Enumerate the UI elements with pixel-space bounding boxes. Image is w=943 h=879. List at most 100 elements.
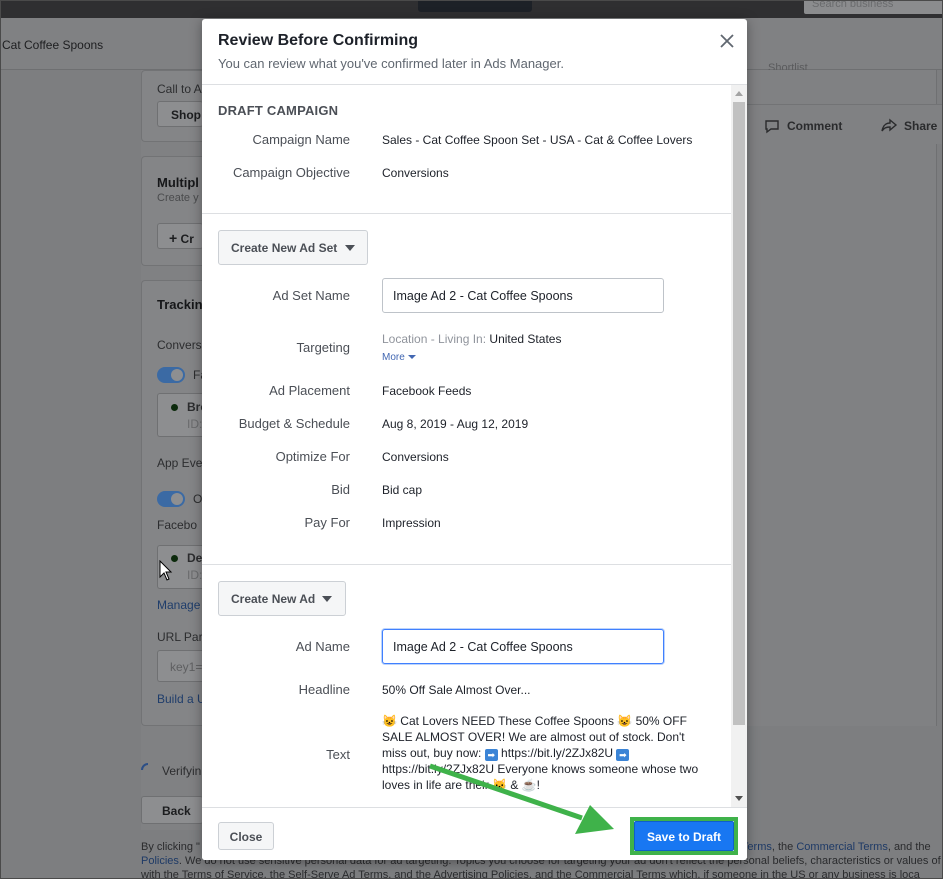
campaign-objective-label: Campaign Objective <box>232 165 350 180</box>
app-events-label: App Eve <box>157 456 203 470</box>
verifying-status: Verifyin <box>162 764 202 778</box>
modal-header: Review Before Confirming You can review … <box>202 19 747 85</box>
draft-campaign-section: DRAFT CAMPAIGN Campaign Name Sales - Cat… <box>202 85 731 214</box>
headline-label: Headline <box>298 682 350 697</box>
ad-text-value: 😺 Cat Lovers NEED These Coffee Spoons 😺 … <box>382 713 712 793</box>
create-language-button[interactable]: + Cr <box>157 223 203 249</box>
targeting-label: Targeting <box>296 340 350 355</box>
scrollbar-thumb[interactable] <box>733 102 745 725</box>
top-navigation-bar: Search business <box>0 0 943 18</box>
chevron-down-icon <box>345 245 355 251</box>
save-to-draft-button[interactable]: Save to Draft <box>634 821 734 851</box>
plus-icon: + <box>169 230 178 246</box>
shop-now-dropdown[interactable]: Shop <box>157 101 203 127</box>
conversion-tracking-label: Convers <box>157 338 202 352</box>
offline-event-name: De <box>187 551 203 565</box>
review-modal: Review Before Confirming You can review … <box>202 19 747 860</box>
loading-spinner-icon <box>141 763 149 771</box>
offline-events-toggle[interactable] <box>157 491 185 507</box>
business-search-input[interactable]: Search business <box>804 0 943 14</box>
headline-value: 50% Off Sale Almost Over... <box>382 683 531 697</box>
targeting-more-label: More <box>382 352 405 363</box>
create-new-ad-dropdown[interactable]: Create New Ad <box>218 581 346 616</box>
close-button[interactable]: Close <box>218 822 274 850</box>
footer-commercial-terms-link[interactable]: Commercial Terms <box>796 841 887 853</box>
mouse-cursor-icon <box>159 560 173 581</box>
top-bar-tab[interactable] <box>418 0 532 12</box>
build-url-link[interactable]: Build a U <box>157 692 206 706</box>
targeting-value: United States <box>489 332 562 346</box>
create-new-ad-set-label: Create New Ad Set <box>231 241 338 255</box>
targeting-more-link[interactable]: More <box>382 352 416 363</box>
breadcrumb[interactable]: Cat Coffee Spoons <box>2 38 103 52</box>
create-new-ad-set-dropdown[interactable]: Create New Ad Set <box>218 230 368 265</box>
save-to-draft-label: Save to Draft <box>646 830 722 844</box>
optimize-for-value: Conversions <box>382 450 449 464</box>
caret-down-icon <box>407 355 416 359</box>
close-icon[interactable] <box>716 30 738 52</box>
ad-set-name-value: Image Ad 2 - Cat Coffee Spoons <box>393 289 573 303</box>
url-parameters-label: URL Par <box>157 630 203 644</box>
bid-label: Bid <box>331 482 350 497</box>
facebook-pixel-toggle[interactable] <box>157 367 185 383</box>
pay-for-label: Pay For <box>304 515 350 530</box>
budget-schedule-value: Aug 8, 2019 - Aug 12, 2019 <box>382 417 529 431</box>
close-button-label: Close <box>229 830 263 844</box>
right-arrow-icon: ➡ <box>484 749 498 761</box>
footer-line1-text: By clicking " <box>141 841 200 853</box>
campaign-name-label: Campaign Name <box>252 132 350 147</box>
cat-emoji-icon: 😺 <box>617 714 633 728</box>
comment-action[interactable]: Comment <box>763 117 842 135</box>
ad-text-part3: https://bit.ly/2ZJx82U <box>497 746 617 760</box>
offline-events-toggle-label: O <box>193 492 203 506</box>
url-parameters-input[interactable]: key1= <box>157 650 203 682</box>
pixel-id: ID: <box>187 417 203 431</box>
pixel-status-dot <box>171 404 178 411</box>
draft-campaign-title: DRAFT CAMPAIGN <box>218 103 339 118</box>
ad-name-input[interactable]: Image Ad 2 - Cat Coffee Spoons <box>382 629 664 664</box>
coffee-emoji-icon: ☕ <box>521 778 537 792</box>
right-arrow-icon: ➡ <box>616 749 630 761</box>
share-label: Share <box>904 119 938 133</box>
ad-placement-value: Facebook Feeds <box>382 384 472 398</box>
modal-scrollbar[interactable] <box>731 85 747 807</box>
chevron-down-icon <box>322 596 332 602</box>
modal-subtitle: You can review what you've confirmed lat… <box>218 56 564 71</box>
ad-name-value: Image Ad 2 - Cat Coffee Spoons <box>393 640 573 654</box>
offline-event-id: ID: <box>187 568 203 582</box>
call-to-action-label: Call to A <box>157 82 202 96</box>
footer-line1-end: , and the <box>887 841 931 853</box>
scroll-down-icon[interactable] <box>735 796 743 801</box>
share-action[interactable]: Share <box>880 117 937 135</box>
share-icon <box>881 118 898 132</box>
modal-body: DRAFT CAMPAIGN Campaign Name Sales - Cat… <box>202 85 747 807</box>
footer-policies-link[interactable]: Policies <box>141 855 179 867</box>
manage-events-link[interactable]: Manage <box>157 598 200 612</box>
cat-emoji-icon: 🐱 <box>492 778 508 792</box>
back-button-label: Back <box>162 804 191 818</box>
facebook-events-label: Facebo <box>157 518 198 532</box>
ad-placement-label: Ad Placement <box>269 383 350 398</box>
comment-label: Comment <box>787 119 843 133</box>
tracking-title: Trackin <box>157 297 203 312</box>
pixel-chip: Bro ID: <box>157 393 208 437</box>
url-parameters-value: key1= <box>170 660 203 674</box>
multiple-languages-subtitle: Create y <box>157 192 199 204</box>
ad-set-section: Create New Ad Set Ad Set Name Image Ad 2… <box>202 214 731 565</box>
optimize-for-label: Optimize For <box>275 449 350 464</box>
pay-for-value: Impression <box>382 516 441 530</box>
shop-now-label: Shop <box>171 108 201 122</box>
multiple-languages-panel <box>141 156 203 266</box>
ad-set-name-input[interactable]: Image Ad 2 - Cat Coffee Spoons <box>382 278 664 313</box>
campaign-name-value: Sales - Cat Coffee Spoon Set - USA - Cat… <box>382 133 693 147</box>
ad-text-label: Text <box>326 747 350 762</box>
create-language-label: Cr <box>180 232 194 246</box>
targeting-prefix: Location - Living In: <box>382 332 490 346</box>
footer-line1-mid: , the <box>771 841 797 853</box>
back-button[interactable]: Back <box>141 796 203 824</box>
cat-emoji-icon: 😺 <box>382 714 397 728</box>
scroll-up-icon[interactable] <box>735 91 743 96</box>
ad-set-name-label: Ad Set Name <box>272 288 350 303</box>
ad-text-part6: ! <box>536 778 540 792</box>
ad-preview-panel <box>747 70 937 726</box>
